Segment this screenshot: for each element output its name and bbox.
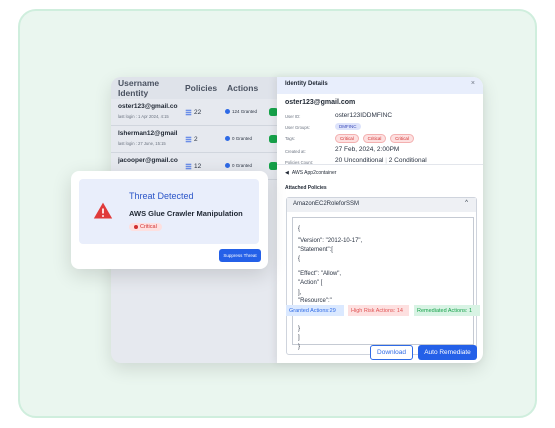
table-header: Username Identity Policies Actions	[111, 77, 281, 99]
suppress-threat-button[interactable]: Suppress Threat	[219, 249, 261, 262]
user-id-label: User ID:	[285, 114, 301, 119]
attached-policies-title: Attached Policies	[285, 185, 327, 191]
close-icon[interactable]: ×	[471, 80, 475, 87]
warning-icon	[93, 202, 113, 219]
policy-code: { "Version": "2012-10-17", "Statement":[…	[292, 217, 474, 350]
high-risk-actions-stat: High Risk Actions: 14	[348, 305, 409, 316]
tags-value: Critical Critical Critical	[335, 134, 416, 143]
code-line: }	[298, 326, 301, 332]
created-label: Created at:	[285, 149, 306, 154]
policy-accordion: AmazonEC2RoleforSSM ^ { "Version": "2012…	[286, 197, 477, 355]
table-row[interactable]: lsherman12@gmail.... last login : 27 Jun…	[111, 126, 281, 153]
threat-name: AWS Glue Crawler Manipulation	[129, 209, 243, 218]
column-header-username[interactable]: Username Identity	[111, 78, 183, 98]
code-line: ],	[298, 290, 302, 296]
code-line: "Action" [	[298, 280, 323, 286]
row-policies-count: 2	[194, 136, 198, 143]
container-label: AWS App2container	[291, 170, 337, 176]
severity-label: Critical	[140, 224, 157, 230]
tag-badge: Critical	[390, 134, 414, 143]
column-header-policies[interactable]: Policies	[183, 83, 223, 93]
code-line: {	[298, 256, 301, 262]
details-title: Identity Details	[285, 81, 328, 87]
row-actions: 0 Granted	[225, 136, 252, 141]
caret-left-icon: ◀	[285, 170, 289, 176]
code-line: ]	[298, 335, 300, 341]
user-id-value: oster123IDDMFINC	[335, 112, 393, 119]
row-policies: 22	[185, 109, 201, 116]
threat-summary: Threat Detected AWS Glue Crawler Manipul…	[79, 179, 259, 244]
row-email: lsherman12@gmail....	[118, 130, 178, 137]
table-row[interactable]: oster123@gmail.com last login : 1 Apr 20…	[111, 99, 281, 126]
row-email: jacooper@gmail.com	[118, 157, 178, 164]
granted-dot-icon	[225, 109, 230, 114]
unconditional-count: 20 Unconditional	[335, 157, 384, 164]
stack-icon	[185, 136, 192, 143]
code-line: "Statement":[	[298, 247, 333, 253]
row-policies-count: 12	[194, 163, 202, 170]
severity-badge: Critical	[129, 223, 162, 231]
remediated-actions-stat: Remediated Actions: 1	[414, 305, 480, 316]
column-header-actions[interactable]: Actions	[223, 83, 281, 93]
code-line: {	[298, 226, 301, 232]
row-actions: 0 Granted	[225, 163, 252, 168]
policies-count-value: 20 Unconditional | 2 Conditional	[335, 157, 427, 164]
critical-dot-icon	[134, 225, 138, 229]
row-actions-label: 0 Granted	[232, 136, 253, 141]
row-policies: 12	[185, 163, 201, 170]
threat-title: Threat Detected	[129, 191, 194, 201]
code-line: "Resource":"	[298, 298, 332, 304]
row-policies-count: 22	[194, 109, 202, 116]
user-groups-label: User Groups:	[285, 125, 310, 130]
group-badge: DMFINC	[335, 123, 361, 130]
row-actions-label: 0 Granted	[232, 163, 253, 168]
threat-detected-card: Threat Detected AWS Glue Crawler Manipul…	[71, 171, 268, 269]
divider	[277, 164, 483, 165]
user-email: oster123@gmail.com	[285, 99, 356, 106]
user-groups-value: DMFINC	[335, 123, 363, 130]
tags-label: Tags:	[285, 136, 296, 141]
container-selector[interactable]: ◀ AWS App2container	[285, 170, 336, 176]
stack-icon	[185, 109, 192, 116]
details-header: Identity Details ×	[277, 77, 483, 94]
created-value: 27 Feb, 2024, 2:00PM	[335, 146, 400, 153]
granted-dot-icon	[225, 136, 230, 141]
row-last-login: last login : 1 Apr 2024, 4:15	[118, 114, 169, 119]
granted-actions-stat: Granted Actions:29	[286, 305, 344, 316]
row-actions-label: 124 Granted	[232, 109, 258, 114]
row-last-login: last login : 27 June, 15:15	[118, 141, 166, 146]
granted-dot-icon	[225, 163, 230, 168]
policy-accordion-header[interactable]: AmazonEC2RoleforSSM ^	[287, 198, 476, 212]
auto-remediate-button[interactable]: Auto Remediate	[418, 345, 477, 360]
conditional-count: 2 Conditional	[388, 157, 427, 164]
policy-name: AmazonEC2RoleforSSM	[293, 201, 360, 207]
stack-icon	[185, 163, 192, 170]
code-line: "Version": "2012-10-17",	[298, 238, 363, 244]
row-email: oster123@gmail.com	[118, 103, 178, 110]
row-policies: 2	[185, 136, 198, 143]
tag-badge: Critical	[335, 134, 359, 143]
tag-badge: Critical	[362, 134, 387, 143]
row-actions: 124 Granted	[225, 109, 257, 114]
chevron-up-icon[interactable]: ^	[465, 200, 468, 206]
code-line: "Effect": "Allow",	[298, 271, 342, 277]
code-line: }	[298, 344, 301, 350]
download-button[interactable]: Download	[370, 345, 413, 360]
